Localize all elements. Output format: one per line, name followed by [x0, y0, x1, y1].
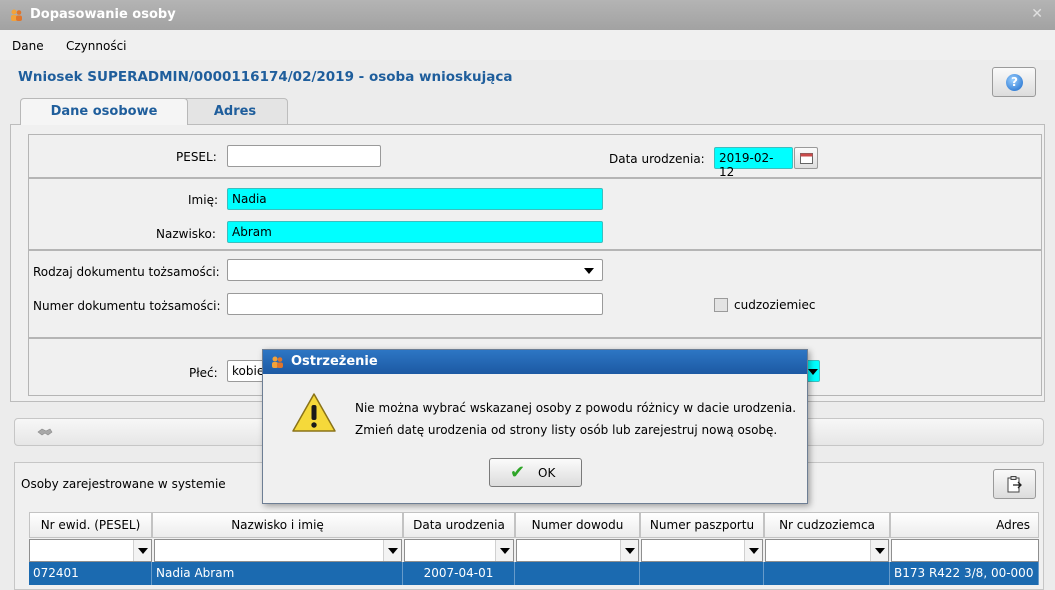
chevron-down-icon[interactable] — [620, 540, 638, 561]
column-header-passport[interactable]: Numer paszportu — [640, 512, 764, 538]
filter-passport[interactable] — [641, 539, 763, 562]
list-title: Osoby zarejestrowane w systemie — [21, 477, 226, 491]
cell-birth-date[interactable]: 2007-04-01 — [403, 562, 515, 585]
handshake-icon[interactable] — [37, 427, 53, 437]
chevron-down-icon[interactable] — [383, 540, 401, 561]
ok-button[interactable]: ✔ OK — [489, 458, 582, 487]
pesel-label: PESEL: — [176, 150, 217, 164]
cell-foreigner-no[interactable] — [764, 562, 890, 585]
cell-name[interactable]: Nadia Abram — [152, 562, 403, 585]
cell-pesel[interactable]: 072401 — [29, 562, 152, 585]
menu-czynnosci[interactable]: Czynności — [66, 39, 127, 53]
chevron-down-icon — [808, 369, 818, 375]
ok-button-label: OK — [538, 466, 556, 480]
window-title: Dopasowanie osoby — [30, 7, 176, 22]
filter-pesel[interactable] — [29, 539, 152, 562]
doc-number-input[interactable] — [227, 293, 603, 315]
foreigner-label: cudzoziemiec — [734, 298, 816, 312]
help-icon: ? — [1006, 74, 1023, 91]
filter-name[interactable] — [154, 539, 402, 562]
column-header-birth-date[interactable]: Data urodzenia — [403, 512, 515, 538]
column-header-id-number[interactable]: Numer dowodu — [515, 512, 640, 538]
cell-passport[interactable] — [640, 562, 764, 585]
close-window-icon[interactable]: ✕ — [1031, 6, 1043, 22]
column-header-pesel[interactable]: Nr ewid. (PESEL) — [29, 512, 152, 538]
column-header-address[interactable]: Adres — [890, 512, 1039, 538]
dialog-title: Ostrzeżenie — [291, 354, 378, 369]
warning-icon — [292, 393, 336, 432]
filter-id-number[interactable] — [516, 539, 639, 562]
calendar-button[interactable] — [794, 147, 818, 169]
last-name-input[interactable]: Abram — [227, 221, 603, 243]
page-title: Wniosek SUPERADMIN/0000116174/02/2019 - … — [18, 69, 513, 85]
chevron-down-icon[interactable] — [870, 540, 888, 561]
filter-address[interactable] — [891, 539, 1039, 562]
clipboard-export-icon — [1007, 476, 1022, 493]
dialog-title-bar: Ostrzeżenie — [263, 350, 807, 374]
first-name-input[interactable]: Nadia — [227, 188, 603, 210]
filter-foreigner-no[interactable] — [765, 539, 889, 562]
cell-id-number[interactable] — [515, 562, 640, 585]
doc-type-select[interactable] — [227, 259, 603, 281]
doc-number-label: Numer dokumentu tożsamości: — [33, 299, 221, 313]
help-button[interactable]: ? — [992, 67, 1036, 97]
request-header: Wniosek SUPERADMIN/0000116174/02/2019 - … — [0, 60, 1055, 98]
birth-date-label: Data urodzenia: — [609, 152, 705, 166]
chevron-down-icon[interactable] — [495, 540, 513, 561]
doc-type-label: Rodzaj dokumentu tożsamości: — [33, 265, 220, 279]
app-people-icon — [272, 356, 283, 368]
menu-bar: Dane Czynności — [0, 30, 1055, 60]
column-header-foreigner-no[interactable]: Nr cudzoziemca — [764, 512, 890, 538]
menu-dane[interactable]: Dane — [12, 39, 44, 53]
checkmark-icon: ✔ — [510, 462, 526, 483]
sex-select[interactable]: kobieta — [227, 360, 267, 382]
window-title-bar: Dopasowanie osoby ✕ — [0, 0, 1055, 30]
chevron-down-icon[interactable] — [744, 540, 762, 561]
filter-birth-date[interactable] — [404, 539, 514, 562]
pesel-input[interactable] — [227, 145, 381, 167]
warning-dialog: Ostrzeżenie Nie można wybrać wskazanej o… — [262, 349, 808, 504]
dialog-message-line-2: Zmień datę urodzenia od strony listy osó… — [355, 423, 778, 437]
chevron-down-icon — [584, 268, 594, 274]
birth-date-input[interactable]: 2019-02-12 — [714, 147, 793, 179]
column-header-name[interactable]: Nazwisko i imię — [152, 512, 403, 538]
tab-dane-osobowe[interactable]: Dane osobowe — [20, 98, 188, 125]
tab-adres[interactable]: Adres — [182, 98, 288, 125]
sex-label: Płeć: — [189, 366, 218, 380]
calendar-icon — [800, 153, 813, 164]
dialog-message-line-1: Nie można wybrać wskazanej osoby z powod… — [355, 401, 797, 415]
first-name-label: Imię: — [188, 193, 218, 207]
app-people-icon — [11, 9, 22, 21]
last-name-label: Nazwisko: — [156, 227, 216, 241]
chevron-down-icon[interactable] — [133, 540, 151, 561]
export-button[interactable] — [993, 469, 1036, 499]
cell-address[interactable]: B173 R422 3/8, 00-000 K — [890, 562, 1039, 585]
foreigner-checkbox[interactable] — [714, 298, 728, 312]
